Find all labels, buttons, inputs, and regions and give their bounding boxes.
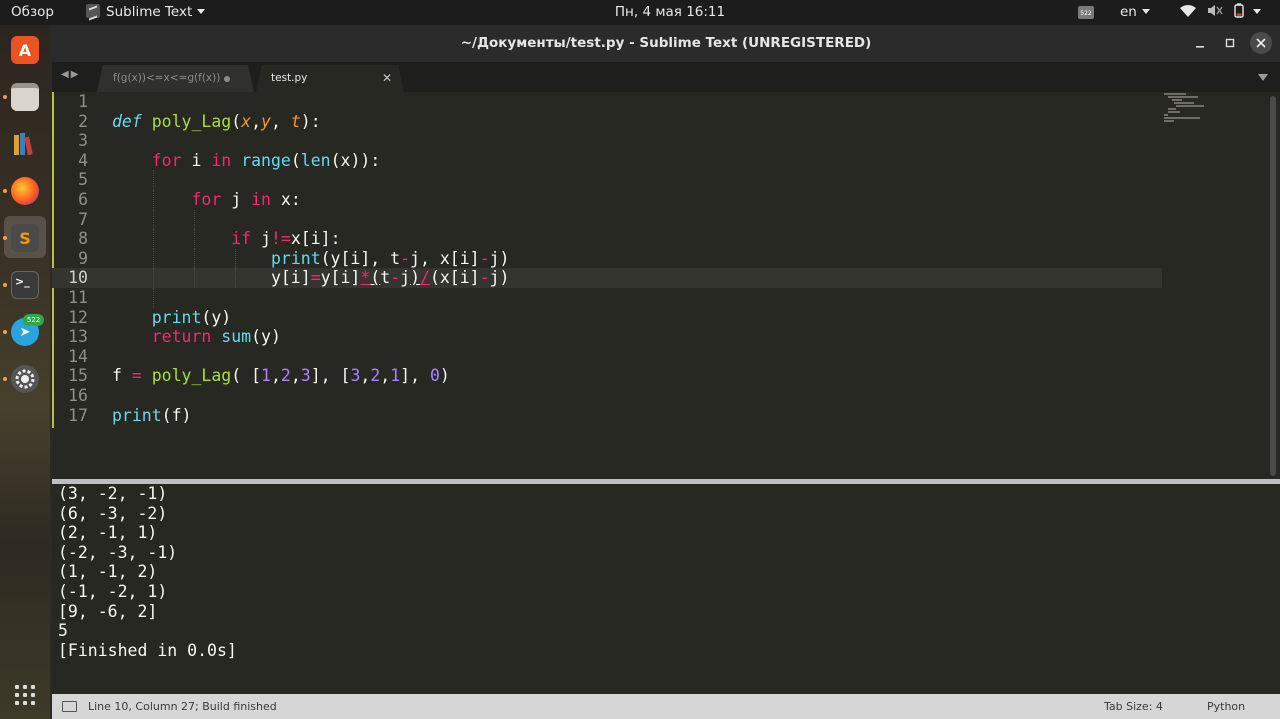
dock-item-settings[interactable] bbox=[7, 361, 43, 397]
activities-button[interactable]: Обзор bbox=[11, 0, 54, 25]
tab-size-selector[interactable]: Tab Size: 4 bbox=[1104, 694, 1163, 719]
sublime-text-icon bbox=[86, 4, 100, 18]
code-lines[interactable]: 1 2 def poly_Lag(x,y, t): 3 4 for i in ra… bbox=[52, 92, 1162, 425]
firefox-icon bbox=[11, 177, 39, 205]
output-line: [Finished in 0.0s] bbox=[58, 640, 237, 660]
code-line: 15 f = poly_Lag( [1,2,3], [3,2,1], 0) bbox=[68, 366, 450, 386]
files-icon bbox=[11, 83, 39, 111]
ubuntu-software-icon: A bbox=[11, 36, 39, 64]
window-title: ~/Документы/test.py - Sublime Text (UNRE… bbox=[460, 35, 872, 51]
chevron-down-icon bbox=[1253, 9, 1262, 14]
code-line: 13 return sum(y) bbox=[68, 327, 281, 347]
output-line: (3, -2, -1) bbox=[58, 484, 168, 503]
output-line: (-2, -3, -1) bbox=[58, 542, 178, 562]
vertical-scrollbar[interactable] bbox=[1270, 96, 1276, 476]
telegram-tray-icon[interactable]: 522 bbox=[1078, 6, 1094, 19]
output-line: [9, -6, 2] bbox=[58, 601, 158, 621]
tab-label: f(g(x))<=x<=g(f(x)) bbox=[113, 72, 221, 84]
tab-label: test.py bbox=[271, 72, 308, 84]
show-applications-icon[interactable] bbox=[15, 685, 35, 705]
sublime-text-icon: S bbox=[11, 224, 39, 252]
minimap[interactable] bbox=[1164, 92, 1224, 152]
output-line: (2, -1, 1) bbox=[58, 523, 158, 543]
output-line: (-1, -2, 1) bbox=[58, 581, 168, 601]
output-line: 5 bbox=[58, 621, 68, 641]
code-line: 12 print(y) bbox=[68, 307, 232, 327]
code-line: 4 for i in range(len(x)): bbox=[78, 150, 381, 170]
tab-navigation-arrows-icon[interactable]: ◀▶ bbox=[61, 69, 80, 80]
minimize-button[interactable] bbox=[1190, 33, 1210, 53]
battery-icon[interactable] bbox=[1234, 0, 1262, 25]
code-line: 5 bbox=[52, 170, 1162, 190]
maximize-button[interactable] bbox=[1220, 33, 1240, 53]
app-menu-label: Sublime Text bbox=[106, 4, 193, 20]
books-icon bbox=[11, 130, 39, 158]
code-line-current: 10 y[i]=y[i]*(t-j)/(x[i]-j) bbox=[52, 268, 1162, 288]
code-line: 8 if j!=x[i]: bbox=[78, 229, 341, 249]
tab-test-py[interactable]: test.py ✕ bbox=[256, 65, 404, 92]
tab-list-chevron-icon[interactable] bbox=[1258, 74, 1268, 81]
language-label: en bbox=[1120, 4, 1137, 20]
dock-item-sublime[interactable]: S bbox=[7, 220, 43, 256]
title-bar[interactable]: ~/Документы/test.py - Sublime Text (UNRE… bbox=[52, 25, 1280, 62]
build-output-panel[interactable]: (3, -2, -1) (6, -3, -2) (2, -1, 1) (-2, … bbox=[52, 484, 1280, 694]
code-line: 6 for j in x: bbox=[78, 189, 301, 210]
terminal-icon: >_ bbox=[11, 271, 39, 299]
syntax-selector[interactable]: Python bbox=[1207, 694, 1245, 719]
tab-bar: ◀▶ f(g(x))<=x<=g(f(x)) test.py ✕ bbox=[52, 62, 1280, 92]
code-line: 2 def poly_Lag(x,y, t): bbox=[78, 111, 321, 131]
volume-muted-icon[interactable] bbox=[1207, 0, 1223, 25]
output-line: (1, -1, 2) bbox=[58, 562, 158, 582]
dock-item-files[interactable] bbox=[7, 79, 43, 115]
app-menu[interactable]: Sublime Text bbox=[86, 0, 206, 25]
cursor-position: Line 10, Column 27; Build finished bbox=[88, 700, 277, 713]
chevron-down-icon bbox=[197, 9, 206, 14]
code-line: 9 print(y[i], t-j, x[i]-j) bbox=[78, 248, 510, 269]
close-tab-icon[interactable]: ✕ bbox=[382, 65, 392, 92]
code-line: 14 bbox=[68, 346, 88, 366]
panel-toggle-icon[interactable] bbox=[62, 701, 77, 712]
language-selector[interactable]: en bbox=[1120, 0, 1150, 25]
sublime-window: ~/Документы/test.py - Sublime Text (UNRE… bbox=[52, 25, 1280, 719]
code-line: 17 print(f) bbox=[68, 405, 192, 425]
tab-fgx[interactable]: f(g(x))<=x<=g(f(x)) bbox=[97, 65, 254, 92]
dock-item-software[interactable]: A bbox=[7, 32, 43, 68]
close-button[interactable] bbox=[1250, 32, 1272, 54]
code-line: 1 bbox=[78, 92, 88, 111]
clock[interactable]: Пн, 4 мая 16:11 bbox=[600, 0, 740, 25]
status-bar: Line 10, Column 27; Build finished Tab S… bbox=[52, 694, 1280, 719]
dock: A S >_ ➤ 522 bbox=[0, 25, 50, 719]
output-line: (6, -3, -2) bbox=[58, 503, 168, 523]
dock-item-terminal[interactable]: >_ bbox=[7, 267, 43, 303]
top-bar: Обзор Sublime Text Пн, 4 мая 16:11 522 e… bbox=[0, 0, 1280, 25]
wifi-icon[interactable] bbox=[1180, 0, 1196, 25]
code-line: 3 bbox=[78, 131, 88, 151]
code-line: 16 bbox=[68, 385, 88, 405]
code-line: 7 bbox=[52, 209, 1162, 230]
chevron-down-icon bbox=[1141, 9, 1150, 14]
code-line: 11 bbox=[52, 287, 1162, 308]
settings-gear-icon bbox=[11, 365, 39, 393]
dock-item-firefox[interactable] bbox=[7, 173, 43, 209]
tray-badge: 522 bbox=[1080, 10, 1092, 17]
notification-badge: 522 bbox=[23, 314, 44, 326]
modified-dot-icon[interactable] bbox=[224, 76, 230, 82]
build-output-lines: (3, -2, -1) (6, -3, -2) (2, -1, 1) (-2, … bbox=[58, 484, 237, 660]
dock-item-library[interactable] bbox=[7, 126, 43, 162]
code-editor[interactable]: 1 2 def poly_Lag(x,y, t): 3 4 for i in ra… bbox=[52, 92, 1280, 479]
